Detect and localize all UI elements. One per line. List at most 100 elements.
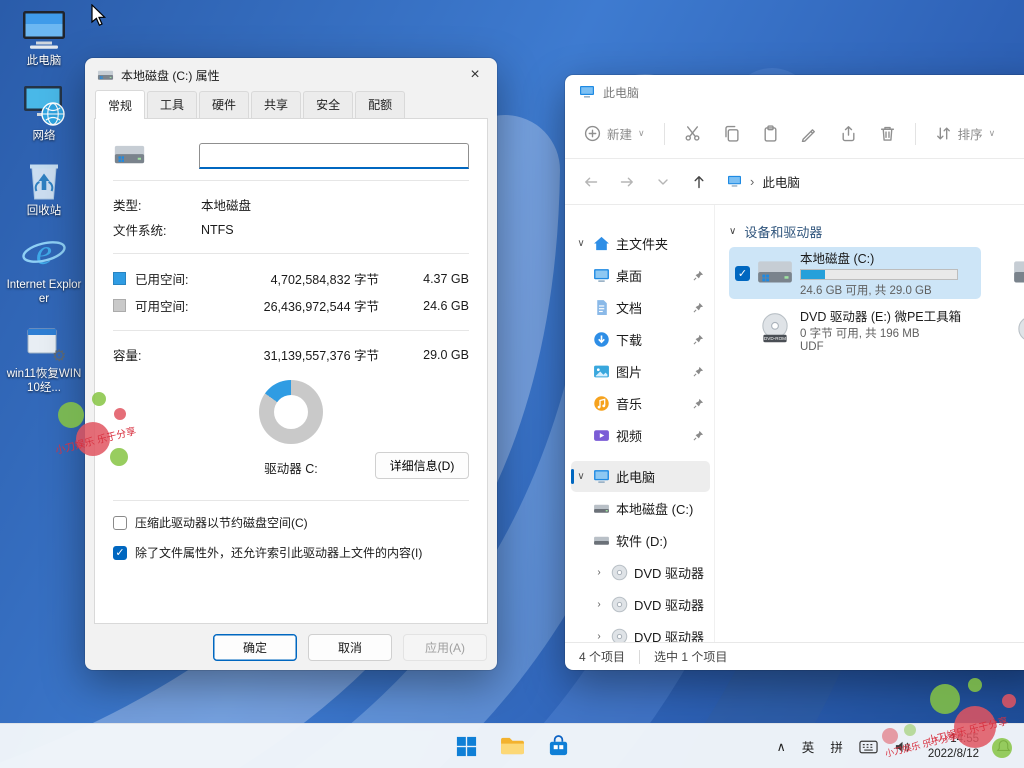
compress-checkbox-row[interactable]: 压缩此驱动器以节约磁盘空间(C)	[113, 514, 469, 531]
dvd-rom-icon: DVD-ROM	[756, 312, 794, 346]
clock[interactable]: 14:55 2022/8/12	[920, 732, 987, 762]
chevron-down-icon[interactable]: ∨	[575, 471, 587, 482]
desktop-icon-win11-restore[interactable]: ⚙ win11恢复WIN10经...	[6, 319, 82, 396]
sidebar-item-dvd-e[interactable]: › DVD 驱动器 (E:)	[571, 557, 710, 588]
new-button[interactable]: 新建 ∨	[575, 117, 654, 150]
drive-name: DVD 驱动器 (E:) 微PE工具箱	[800, 306, 975, 325]
capacity-bar	[800, 269, 958, 280]
sidebar-item-music[interactable]: 音乐	[571, 388, 710, 419]
desktop-icon	[593, 267, 610, 284]
index-checkbox-row[interactable]: ✓ 除了文件属性外，还允许索引此驱动器上文件的内容(I)	[113, 544, 469, 561]
divider	[113, 180, 469, 181]
sidebar-item-this-pc[interactable]: ∨ 此电脑	[571, 461, 710, 492]
explorer-window: 此电脑 新建 ∨ 排序 ∨	[565, 75, 1024, 670]
language-indicator[interactable]: 英	[795, 727, 822, 767]
volume-label-input[interactable]	[199, 143, 469, 169]
apply-button[interactable]: 应用(A)	[403, 634, 487, 661]
dialog-tabs: 常规 工具 硬件 共享 安全 配额	[85, 92, 497, 118]
sidebar-item-downloads[interactable]: 下载	[571, 324, 710, 355]
download-icon	[593, 331, 610, 348]
sidebar-item-dvd-g[interactable]: › DVD 驱动器 (G:)	[571, 621, 710, 642]
explorer-titlebar: 此电脑	[565, 75, 1024, 109]
touch-keyboard-icon[interactable]	[852, 727, 885, 767]
pin-icon	[693, 302, 704, 313]
sidebar-item-videos[interactable]: 视频	[571, 420, 710, 451]
drive-tile-dvd-e[interactable]: DVD-ROM DVD 驱动器 (E:) 微PE工具箱 0 字节 可用, 共 1…	[729, 303, 981, 355]
free-space-label: 可用空间:	[135, 296, 213, 315]
tab-quota[interactable]: 配额	[355, 91, 405, 118]
checkbox-checked-icon[interactable]: ✓	[735, 266, 750, 281]
back-button[interactable]	[575, 166, 607, 198]
details-button[interactable]: 详细信息(D)	[375, 452, 469, 479]
type-value: 本地磁盘	[201, 195, 251, 214]
checkbox-checked-icon[interactable]: ✓	[113, 546, 127, 560]
item-count: 4 个项目	[579, 648, 625, 665]
desktop-icon-internet-explorer[interactable]: e Internet Explorer	[6, 230, 82, 307]
paste-button[interactable]	[753, 118, 788, 149]
sidebar-item-label: DVD 驱动器 (G:)	[634, 627, 706, 642]
sidebar-item-desktop[interactable]: 桌面	[571, 260, 710, 291]
sidebar-item-documents[interactable]: 文档	[571, 292, 710, 323]
tab-tools[interactable]: 工具	[147, 91, 197, 118]
recent-locations-button[interactable]	[647, 166, 679, 198]
ok-button[interactable]: 确定	[213, 634, 297, 661]
drive-tile-local-disk-c[interactable]: ✓ 本地磁盘 (C:) 24.6 GB 可用, 共 29.0 GB	[729, 247, 981, 299]
dialog-footer: 确定 取消 应用(A)	[85, 624, 497, 670]
file-explorer-button[interactable]	[492, 727, 532, 767]
sidebar-item-dvd-f[interactable]: › DVD 驱动器 (F:)	[571, 589, 710, 620]
breadcrumb[interactable]: › 此电脑	[727, 172, 800, 191]
free-space-bytes: 26,436,972,544 字节	[213, 296, 407, 315]
capacity-size: 29.0 GB	[407, 348, 469, 362]
drive-tile-partial[interactable]	[985, 247, 1024, 299]
tab-page-general: 类型: 本地磁盘 文件系统: NTFS 已用空间: 4,702,584,832 …	[94, 118, 488, 624]
sidebar-item-disk-d[interactable]: 软件 (D:)	[571, 525, 710, 556]
drive-tile-partial[interactable]	[985, 305, 1024, 357]
desktop-icon-network[interactable]: 网络	[6, 81, 82, 144]
sidebar-item-label: 桌面	[616, 266, 687, 285]
cancel-button[interactable]: 取消	[308, 634, 392, 661]
desktop-icon-this-pc[interactable]: 此电脑	[6, 6, 82, 69]
checkbox-unchecked-icon[interactable]	[113, 516, 127, 530]
drive-icon	[593, 500, 610, 517]
chevron-right-icon[interactable]: ›	[593, 631, 605, 642]
sort-button[interactable]: 排序 ∨	[926, 117, 1005, 150]
notification-bell-icon[interactable]	[989, 727, 1018, 767]
sidebar-item-label: 图片	[616, 362, 687, 381]
chevron-right-icon[interactable]: ›	[593, 599, 605, 610]
drive-icon-large	[113, 141, 147, 169]
recycle-bin-icon	[6, 156, 82, 202]
taskbar: ∧ 英 拼 14:55 2022/8/12	[0, 723, 1024, 768]
desktop-icon-recycle-bin[interactable]: 回收站	[6, 156, 82, 219]
tab-security[interactable]: 安全	[303, 91, 353, 118]
chevron-right-icon[interactable]: ›	[593, 567, 605, 578]
sidebar-item-home[interactable]: ∨ 主文件夹	[571, 228, 710, 259]
divider	[664, 123, 665, 145]
pictures-icon	[593, 363, 610, 380]
sidebar-item-disk-c[interactable]: 本地磁盘 (C:)	[571, 493, 710, 524]
this-pc-icon	[6, 6, 82, 52]
forward-button[interactable]	[611, 166, 643, 198]
breadcrumb-this-pc[interactable]: 此电脑	[762, 172, 800, 191]
start-button[interactable]	[446, 727, 486, 767]
sidebar-item-label: 视频	[616, 426, 687, 445]
close-icon[interactable]: ×	[453, 58, 497, 92]
rename-button[interactable]	[792, 118, 827, 149]
sidebar-item-pictures[interactable]: 图片	[571, 356, 710, 387]
tab-hardware[interactable]: 硬件	[199, 91, 249, 118]
share-button[interactable]	[831, 118, 866, 149]
group-header-devices-drives[interactable]: ∨ 设备和驱动器	[729, 219, 1024, 243]
pin-icon	[693, 366, 704, 377]
pin-icon	[693, 270, 704, 281]
delete-button[interactable]	[870, 118, 905, 149]
up-button[interactable]	[683, 166, 715, 198]
cut-button[interactable]	[675, 118, 710, 149]
ime-indicator[interactable]: 拼	[823, 727, 850, 767]
chevron-down-icon[interactable]: ∨	[575, 238, 587, 249]
volume-icon[interactable]	[887, 727, 918, 767]
tray-chevron-up-icon[interactable]: ∧	[770, 727, 793, 767]
tab-general[interactable]: 常规	[95, 90, 145, 119]
index-checkbox-label: 除了文件属性外，还允许索引此驱动器上文件的内容(I)	[135, 544, 422, 561]
microsoft-store-button[interactable]	[538, 727, 578, 767]
tab-sharing[interactable]: 共享	[251, 91, 301, 118]
copy-button[interactable]	[714, 118, 749, 149]
